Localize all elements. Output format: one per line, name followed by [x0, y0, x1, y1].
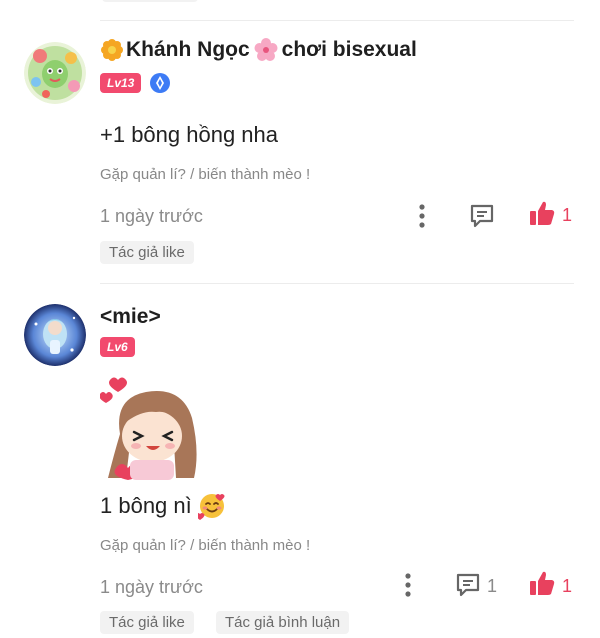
user-signature: Gặp quản lí? / biến thành mèo ! [100, 166, 311, 183]
level-badge: Lv6 [100, 337, 135, 357]
previous-comment-tag [102, 0, 198, 2]
sticker-image[interactable] [100, 374, 204, 480]
author-like-tag: Tác giả like [100, 241, 194, 264]
flower-icon [254, 38, 278, 61]
verified-icon [150, 73, 171, 93]
reply-icon[interactable] [469, 203, 495, 229]
badges: Lv6 [100, 337, 135, 357]
author-like-tag: Tác giả like [100, 611, 194, 634]
like-icon[interactable] [528, 199, 556, 227]
badges: Lv13 [100, 72, 171, 94]
divider [100, 20, 574, 21]
timestamp: 1 ngày trước [100, 577, 203, 597]
like-icon[interactable] [528, 569, 556, 597]
like-count: 1 [562, 205, 573, 225]
timestamp: 1 ngày trước [100, 206, 203, 226]
more-icon[interactable] [416, 203, 428, 229]
avatar[interactable] [24, 304, 86, 366]
level-badge: Lv13 [100, 73, 142, 93]
like-count: 1 [562, 576, 573, 596]
comment-text-content: 1 bông nì [100, 493, 192, 518]
username-text: <mie> [100, 305, 161, 328]
username[interactable]: <mie> [100, 305, 161, 329]
username-text: Khánh Ngọc [126, 38, 250, 61]
user-signature: Gặp quản lí? / biến thành mèo ! [100, 537, 311, 554]
reply-icon[interactable] [455, 572, 481, 598]
emoji-icon [197, 494, 225, 520]
more-icon[interactable] [402, 572, 414, 598]
comment-text: +1 bông hồng nha [100, 122, 279, 147]
author-comment-tag: Tác giả bình luận [216, 611, 350, 634]
flower-icon [101, 39, 123, 61]
avatar[interactable] [24, 42, 86, 104]
comment-text: 1 bông nì [100, 492, 226, 520]
username-suffix: chơi bisexual [281, 38, 417, 61]
reply-count: 1 [487, 576, 498, 596]
divider [100, 283, 574, 284]
username[interactable]: Khánh Ngọc chơi bisexual [100, 38, 417, 62]
